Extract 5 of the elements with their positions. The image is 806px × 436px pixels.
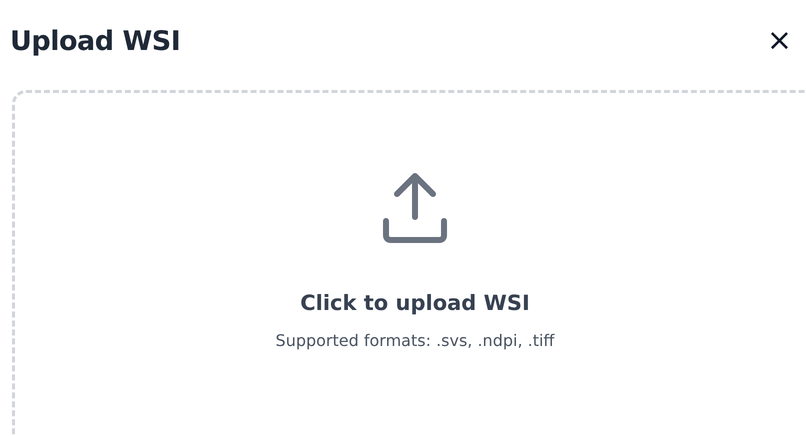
close-button[interactable]: × [762, 26, 796, 56]
formats-hint: Supported formats: .svs, .ndpi, .tiff [276, 331, 554, 350]
dialog-title: Upload WSI [10, 26, 180, 56]
upload-heading: Click to upload WSI [300, 291, 530, 315]
upload-dropzone[interactable]: Click to upload WSI Supported formats: .svs, .ndpi, .tiff [12, 90, 806, 436]
